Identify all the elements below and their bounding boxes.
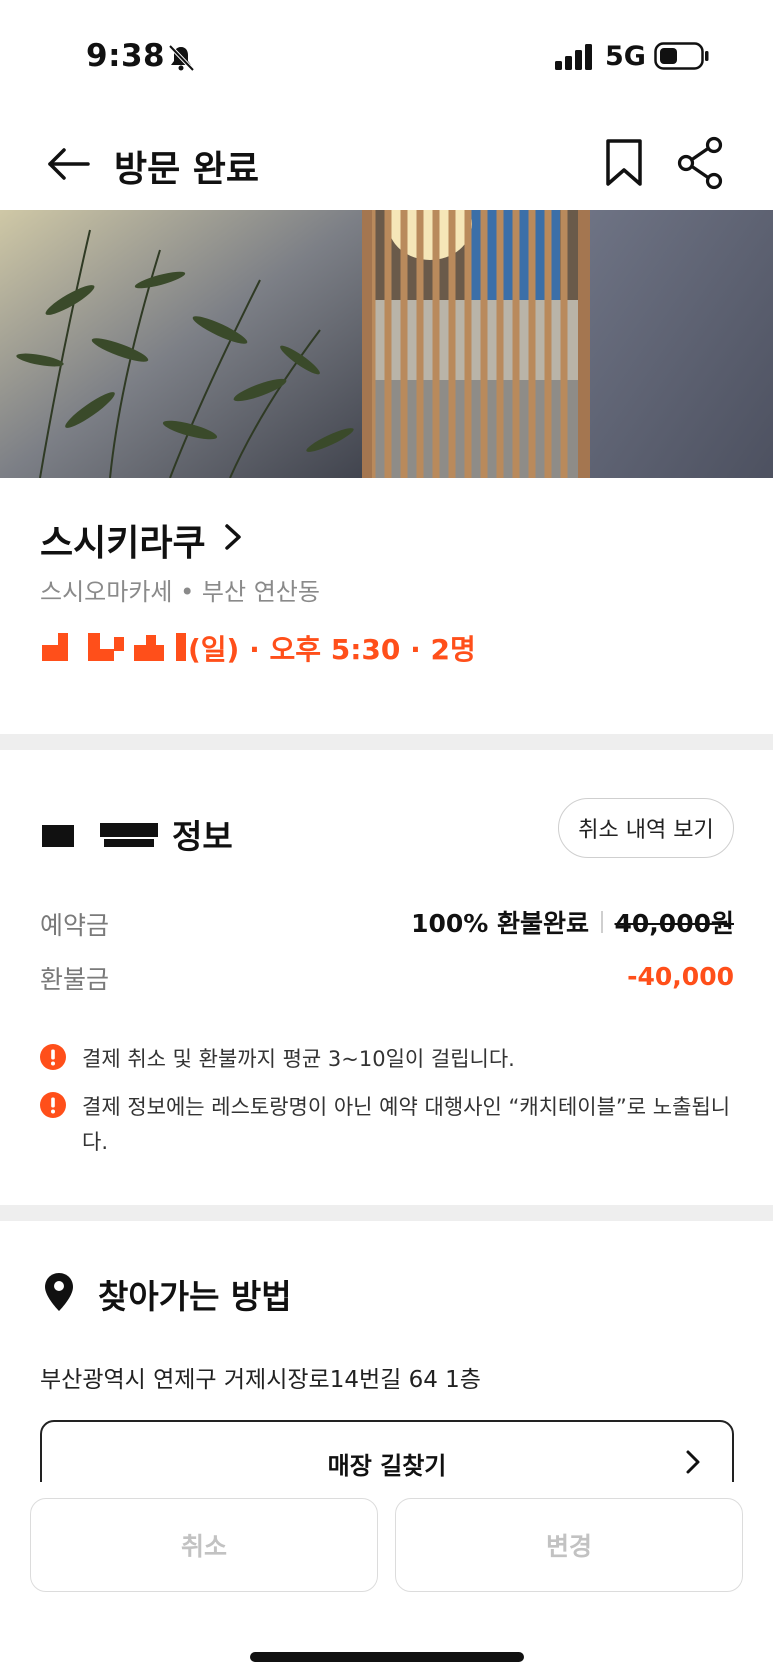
share-icon[interactable] (676, 136, 726, 190)
reservation-detail-screen: 9:38 5G 방문 완료 스시키라쿠 스시오마카세 • 부산 연산동 (일) … (0, 0, 773, 1676)
restaurant-address: 부산광역시 연제구 거제시장로14번길 64 1층 (40, 1367, 481, 1393)
section-divider (0, 734, 773, 750)
reservation-detail: (일) · 오후 5:30 · 2명 (188, 633, 476, 666)
original-amount: 40,000원 (614, 909, 734, 938)
location-pin-icon (45, 1273, 73, 1311)
refund-value: -40,000 (627, 956, 734, 996)
page-title: 방문 완료 (114, 149, 260, 190)
restaurant-photo (0, 210, 773, 478)
restaurant-photo-illustration (0, 210, 773, 478)
bottom-action-bar: 취소 변경 (0, 1482, 773, 1676)
redacted-heading (42, 823, 158, 847)
battery-icon (654, 42, 709, 70)
bookmark-icon[interactable] (604, 138, 644, 188)
deposit-value: 100% 환불완료 40,000원 (411, 902, 734, 942)
notice-item: 결제 정보에는 레스토랑명이 아닌 예약 대행사인 “캐치테이블”로 노출됩니다… (40, 1090, 740, 1160)
cancel-history-button[interactable]: 취소 내역 보기 (558, 798, 734, 858)
meta-separator: • (180, 578, 202, 606)
redacted-date (42, 633, 186, 661)
status-bar: 9:38 5G (0, 0, 773, 110)
cellular-signal-icon (555, 44, 592, 70)
info-icon (40, 1044, 66, 1070)
deposit-row: 예약금 100% 환불완료 40,000원 (40, 902, 734, 942)
refund-status: 100% 환불완료 (411, 909, 590, 938)
chevron-right-icon[interactable] (222, 520, 244, 554)
restaurant-summary: 스시키라쿠 스시오마카세 • 부산 연산동 (일) · 오후 5:30 · 2명 (0, 478, 773, 734)
chevron-right-icon (686, 1450, 700, 1474)
value-separator (601, 911, 603, 933)
cancel-reservation-button[interactable]: 취소 (30, 1498, 378, 1592)
payment-title: 정보 (172, 817, 233, 856)
status-time: 9:38 (86, 38, 166, 74)
refund-row: 환불금 -40,000 (40, 956, 734, 996)
refund-amount: -40,000 (627, 961, 734, 991)
directions-section: 찾아가는 방법 부산광역시 연제구 거제시장로14번길 64 1층 매장 길찾기 (0, 1222, 773, 1520)
restaurant-meta: 스시오마카세 • 부산 연산동 (40, 572, 320, 607)
payment-section: 정보 취소 내역 보기 예약금 100% 환불완료 40,000원 환불금 -4… (0, 750, 773, 1205)
restaurant-name-link[interactable]: 스시키라쿠 (40, 514, 206, 566)
reservation-datetime: (일) · 오후 5:30 · 2명 (42, 628, 476, 668)
top-app-bar: 방문 완료 (0, 120, 773, 210)
notice-text: 결제 취소 및 환불까지 평균 3~10일이 걸립니다. (82, 1047, 515, 1071)
restaurant-location: 부산 연산동 (201, 578, 320, 606)
restaurant-category: 스시오마카세 (40, 578, 173, 606)
refund-label: 환불금 (40, 965, 110, 994)
change-reservation-button[interactable]: 변경 (395, 1498, 743, 1592)
network-label: 5G (605, 41, 646, 72)
payment-heading: 정보 (40, 810, 233, 858)
directions-title: 찾아가는 방법 (98, 1277, 292, 1316)
notice-item: 결제 취소 및 환불까지 평균 3~10일이 걸립니다. (40, 1042, 740, 1077)
home-indicator (250, 1652, 524, 1662)
deposit-label: 예약금 (40, 911, 110, 940)
bell-muted-icon (168, 44, 195, 72)
notice-text: 결제 정보에는 레스토랑명이 아닌 예약 대행사인 “캐치테이블”로 노출됩니다… (82, 1095, 731, 1154)
back-arrow-icon[interactable] (44, 142, 92, 186)
section-divider (0, 1205, 773, 1221)
find-route-label: 매장 길찾기 (327, 1452, 447, 1480)
info-icon (40, 1092, 66, 1118)
